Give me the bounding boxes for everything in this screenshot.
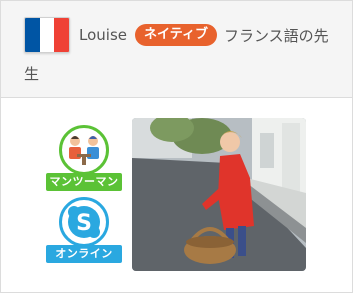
teacher-photo[interactable] <box>132 118 306 271</box>
skype-icon: S <box>59 197 109 247</box>
teacher-subject-wrap: 生 <box>24 65 40 83</box>
teacher-card[interactable]: Louise ネイティブ フランス語の先 生 マンツーマン S オンライン <box>0 0 353 293</box>
teacher-name[interactable]: Louise <box>79 26 127 44</box>
online-lesson-badge: S オンライン <box>46 197 122 267</box>
teacher-card-header: Louise ネイティブ フランス語の先 生 <box>1 1 352 98</box>
teacher-title: Louise ネイティブ フランス語の先 <box>79 23 329 47</box>
native-badge: ネイティブ <box>135 24 217 46</box>
one-to-one-lesson-label: マンツーマン <box>46 173 122 191</box>
online-lesson-label: オンライン <box>46 245 122 263</box>
teacher-subject: フランス語の先 <box>223 26 329 45</box>
france-flag-icon <box>24 17 70 53</box>
one-to-one-lesson-icon <box>59 125 109 175</box>
svg-text:S: S <box>76 211 92 236</box>
one-to-one-lesson-badge: マンツーマン <box>46 125 122 195</box>
